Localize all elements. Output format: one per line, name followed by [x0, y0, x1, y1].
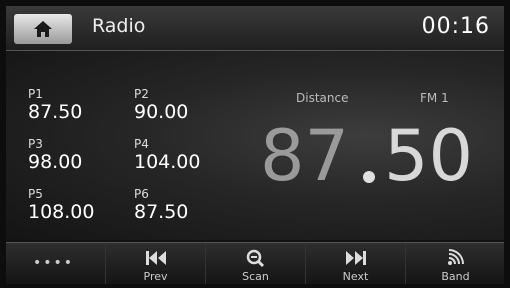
clock: 00:16	[421, 14, 490, 39]
header-bar: Radio 00:16	[6, 6, 504, 51]
next-button[interactable]: Next	[306, 243, 406, 284]
preset-frequency: 104.00	[134, 151, 201, 173]
preset-p6[interactable]: P6 87.50	[134, 187, 224, 231]
preset-p1[interactable]: P1 87.50	[28, 87, 118, 131]
distance-label[interactable]: Distance	[296, 91, 348, 105]
preset-name: P1	[28, 87, 43, 101]
preset-p5[interactable]: P5 108.00	[28, 187, 118, 231]
home-button[interactable]	[14, 14, 72, 44]
home-icon	[34, 21, 52, 37]
scan-label: Scan	[242, 270, 269, 283]
radio-waves-icon	[448, 249, 464, 265]
next-label: Next	[342, 270, 369, 283]
scan-button[interactable]: Scan	[206, 243, 306, 284]
radio-screen: Radio 00:16 P1 87.50 P2 90.00 P3 98.00 P…	[6, 6, 504, 284]
preset-name: P5	[28, 187, 43, 201]
preset-name: P2	[134, 87, 149, 101]
skip-previous-icon	[146, 251, 166, 265]
band-indicator: FM 1	[420, 91, 449, 105]
preset-p4[interactable]: P4 104.00	[134, 137, 224, 181]
prev-label: Prev	[143, 270, 168, 283]
preset-name: P6	[134, 187, 149, 201]
preset-frequency: 108.00	[28, 201, 95, 223]
band-button[interactable]: Band	[406, 243, 504, 284]
preset-name: P3	[28, 137, 43, 151]
control-bar: •••• Prev Scan Next Band	[6, 242, 504, 284]
preset-frequency: 90.00	[134, 101, 189, 123]
more-icon: ••••	[33, 255, 75, 271]
preset-name: P4	[134, 137, 149, 151]
more-button[interactable]: ••••	[6, 243, 106, 284]
current-frequency: 87 50	[256, 111, 496, 211]
prev-button[interactable]: Prev	[106, 243, 206, 284]
radio-main: P1 87.50 P2 90.00 P3 98.00 P4 104.00 P5 …	[6, 51, 504, 240]
band-label: Band	[441, 270, 470, 283]
frequency-decimal: 50	[384, 115, 474, 197]
preset-frequency: 98.00	[28, 151, 83, 173]
preset-frequency: 87.50	[134, 201, 189, 223]
frequency-integer: 87	[260, 115, 350, 197]
skip-next-icon	[346, 251, 366, 265]
preset-frequency: 87.50	[28, 101, 83, 123]
scan-icon	[246, 249, 265, 267]
page-title: Radio	[92, 15, 146, 37]
preset-p3[interactable]: P3 98.00	[28, 137, 118, 181]
frequency-decimal-point	[363, 171, 375, 183]
preset-p2[interactable]: P2 90.00	[134, 87, 224, 131]
